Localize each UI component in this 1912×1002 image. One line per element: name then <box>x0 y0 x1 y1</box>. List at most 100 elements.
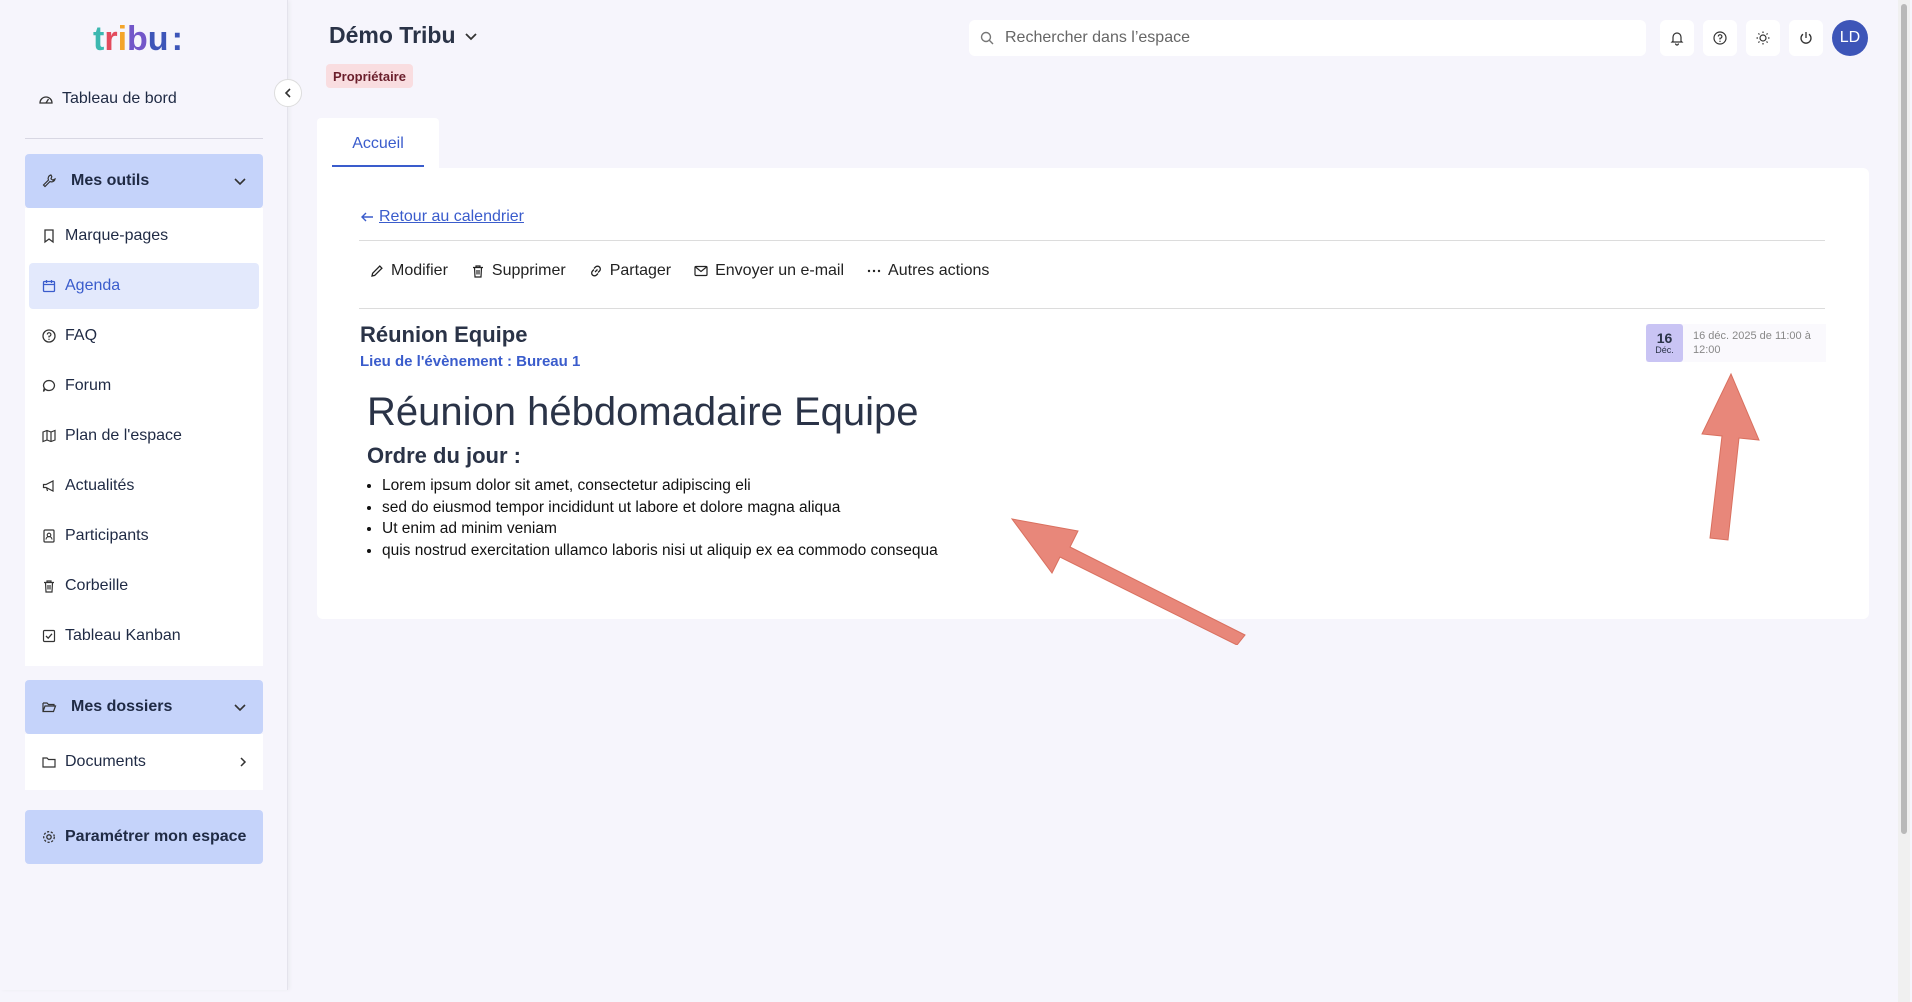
event-description: Réunion hébdomadaire Equipe Ordre du jou… <box>367 390 1467 561</box>
sidebar-item-dashboard[interactable]: Tableau de bord <box>38 90 177 108</box>
agenda-list: Lorem ipsum dolor sit amet, consectetur … <box>367 475 1467 561</box>
sidebar-item-forum[interactable]: Forum <box>29 363 259 409</box>
delete-label: Supprimer <box>491 262 566 279</box>
sidebar-item-space-map[interactable]: Plan de l'espace <box>29 413 259 459</box>
sidebar-item-news[interactable]: Actualités <box>29 463 259 509</box>
search-input[interactable] <box>1005 29 1605 47</box>
trash-icon <box>470 263 486 279</box>
sidebar-item-kanban[interactable]: Tableau Kanban <box>29 613 259 659</box>
send-email-label: Envoyer un e-mail <box>715 262 845 279</box>
sidebar: tribu: Tableau de bord Mes outils Marque… <box>0 0 302 990</box>
sidebar-item-faq[interactable]: FAQ <box>29 313 259 359</box>
gear-icon <box>41 829 57 845</box>
help-circle-icon <box>41 328 57 344</box>
event-date: 16 Déc. 16 déc. 2025 de 11:00 à 12:00 <box>1646 324 1826 362</box>
sidebar-item-trash[interactable]: Corbeille <box>29 563 259 609</box>
folders-section-list: Documents <box>25 734 263 790</box>
folder-icon <box>41 754 57 770</box>
event-location: Lieu de l'évènement : Bureau 1 <box>360 353 581 370</box>
back-to-calendar-link[interactable]: Retour au calendrier <box>359 208 524 226</box>
chat-icon <box>41 378 57 394</box>
arrow-left-icon <box>361 212 373 222</box>
folders-section-label: Mes dossiers <box>71 698 173 715</box>
list-item: Lorem ipsum dolor sit amet, consectetur … <box>382 475 1467 497</box>
divider <box>359 240 1825 241</box>
delete-button[interactable]: Supprimer <box>470 262 566 280</box>
contacts-icon <box>41 528 57 544</box>
chevron-down-icon <box>234 704 246 712</box>
sidebar-item-label: Actualités <box>65 477 135 494</box>
user-avatar[interactable]: LD <box>1832 20 1868 56</box>
app: tribu: Tableau de bord Mes outils Marque… <box>0 0 1912 1002</box>
folders-section-toggle[interactable]: Mes dossiers <box>25 680 263 734</box>
mail-icon <box>693 263 709 279</box>
date-range-text: 16 déc. 2025 de 11:00 à 12:00 <box>1693 330 1811 356</box>
share-label: Partager <box>609 262 672 279</box>
help-button[interactable] <box>1703 20 1737 56</box>
page-scrollbar[interactable] <box>1898 0 1910 1002</box>
date-month: Déc. <box>1655 345 1674 355</box>
sidebar-item-label: Tableau Kanban <box>65 627 181 644</box>
sidebar-item-label: Documents <box>65 753 146 770</box>
bookmark-icon <box>41 228 57 244</box>
chevron-down-icon <box>234 178 246 186</box>
tab-home[interactable]: Accueil <box>317 118 439 169</box>
dashboard-icon <box>38 91 54 107</box>
link-icon <box>588 263 604 279</box>
date-chip: 16 Déc. <box>1646 324 1683 362</box>
edit-button[interactable]: Modifier <box>369 262 448 280</box>
scrollbar-thumb[interactable] <box>1901 4 1907 834</box>
theme-toggle-button[interactable] <box>1746 20 1780 56</box>
more-actions-button[interactable]: Autres actions <box>866 262 989 280</box>
list-item: Ut enim ad minim veniam <box>382 518 1467 540</box>
sidebar-item-participants[interactable]: Participants <box>29 513 259 559</box>
list-item: sed do eiusmod tempor incididunt ut labo… <box>382 497 1467 519</box>
sidebar-item-label: Agenda <box>65 277 121 294</box>
sidebar-item-label: Marque-pages <box>65 227 169 244</box>
pencil-icon <box>369 263 385 279</box>
space-settings-button[interactable]: Paramétrer mon espace <box>25 810 263 864</box>
bell-icon <box>1670 32 1684 46</box>
sidebar-item-label: Corbeille <box>65 577 129 594</box>
back-link-label: Retour au calendrier <box>379 208 524 225</box>
space-title: Démo Tribu <box>329 22 456 48</box>
divider <box>359 308 1825 309</box>
search-icon <box>980 31 994 45</box>
tools-section-label: Mes outils <box>71 172 150 189</box>
collapse-sidebar-button[interactable] <box>274 79 302 107</box>
trash-icon <box>41 578 57 594</box>
more-actions-label: Autres actions <box>888 262 990 279</box>
sidebar-item-bookmarks[interactable]: Marque-pages <box>29 213 259 259</box>
help-circle-icon <box>1713 31 1727 45</box>
event-title: Réunion Equipe <box>360 322 528 347</box>
chevron-down-icon <box>464 32 477 40</box>
sun-icon <box>1756 31 1770 45</box>
send-email-button[interactable]: Envoyer un e-mail <box>693 262 844 280</box>
power-icon <box>1800 32 1812 44</box>
chevron-left-icon <box>284 88 291 98</box>
megaphone-icon <box>41 478 57 494</box>
sidebar-item-label: Participants <box>65 527 149 544</box>
sidebar-item-label: FAQ <box>65 327 98 344</box>
tribu-logo[interactable]: tribu: <box>93 20 197 56</box>
sidebar-item-label: Tableau de bord <box>62 90 177 107</box>
tools-section-list: Marque-pages Agenda FAQ Forum Plan de l'… <box>25 208 263 666</box>
tools-section-toggle[interactable]: Mes outils <box>25 154 263 208</box>
role-badge: Propriétaire <box>326 64 413 88</box>
share-button[interactable]: Partager <box>588 262 671 280</box>
notifications-button[interactable] <box>1660 20 1694 56</box>
date-day: 16 <box>1656 330 1673 346</box>
agenda-heading: Ordre du jour : <box>367 443 521 468</box>
svg-text:tribu:: tribu: <box>93 20 183 56</box>
sidebar-item-agenda[interactable]: Agenda <box>29 263 259 309</box>
event-actions-toolbar: Modifier Supprimer Partager Envoyer un e… <box>369 262 989 280</box>
search-bar[interactable] <box>969 20 1646 56</box>
more-dots-icon <box>866 263 882 279</box>
folder-open-icon <box>41 699 57 715</box>
sidebar-item-documents[interactable]: Documents <box>29 739 259 785</box>
logout-button[interactable] <box>1789 20 1823 56</box>
description-heading: Réunion hébdomadaire Equipe <box>367 390 919 434</box>
sidebar-item-label: Forum <box>65 377 112 394</box>
sidebar-item-label: Plan de l'espace <box>65 427 182 444</box>
space-switcher[interactable]: Démo Tribu <box>329 22 478 49</box>
